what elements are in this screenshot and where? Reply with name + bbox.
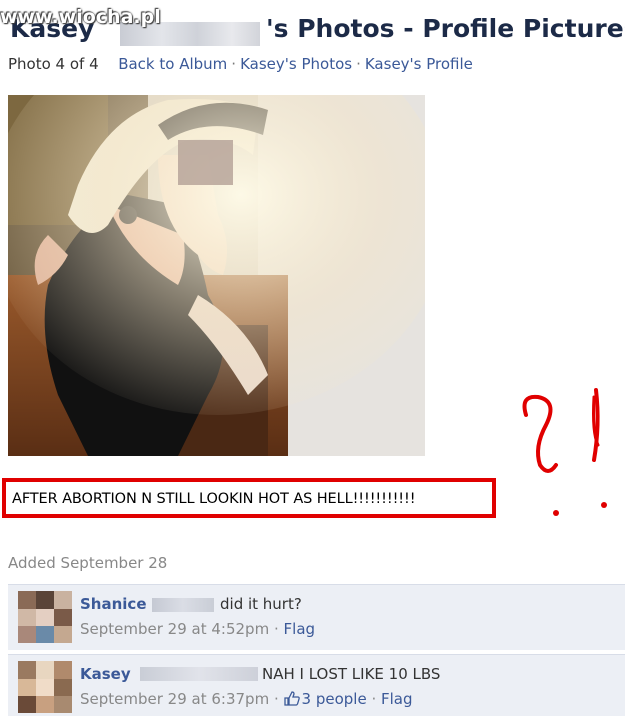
photo-image — [8, 95, 425, 456]
avatar[interactable] — [18, 591, 72, 643]
comment-timestamp[interactable]: September 29 at 4:52pm — [80, 620, 269, 638]
profile-photo[interactable] — [8, 95, 425, 456]
like-icon[interactable] — [283, 691, 300, 710]
back-to-album-link[interactable]: Back to Album — [118, 55, 227, 73]
flag-link[interactable]: Flag — [381, 690, 413, 708]
photo-caption: AFTER ABORTION N STILL LOOKIN HOT AS HEL… — [12, 491, 416, 507]
comment-author[interactable]: Kasey — [80, 665, 131, 683]
comment-text: did it hurt? — [220, 595, 302, 613]
separator: · — [231, 55, 237, 73]
comment-item: Shanice did it hurt? September 29 at 4:5… — [8, 584, 625, 650]
photo-count: Photo 4 of 4 — [8, 55, 99, 73]
blurred-surname — [140, 667, 258, 681]
photos-link[interactable]: Kasey's Photos — [240, 55, 352, 73]
annotation-scribble: ?! — [510, 385, 620, 524]
comment-text: NAH I LOST LIKE 10 LBS — [262, 665, 441, 683]
caption-highlight: AFTER ABORTION N STILL LOOKIN HOT AS HEL… — [2, 478, 496, 518]
comment-meta: September 29 at 6:37pm · 3 people · Flag — [80, 690, 413, 710]
comment-author[interactable]: Shanice — [80, 595, 147, 613]
title-suffix: 's Photos - Profile Pictures — [266, 14, 625, 43]
breadcrumb: Photo 4 of 4 Back to Album · Kasey's Photo… — [8, 55, 473, 73]
comment-timestamp[interactable]: September 29 at 6:37pm — [80, 690, 269, 708]
annotation-text: ?! — [510, 385, 525, 389]
avatar[interactable] — [18, 661, 72, 713]
likes-link[interactable]: 3 people — [302, 690, 367, 708]
flag-link[interactable]: Flag — [284, 620, 316, 638]
added-date: Added September 28 — [8, 554, 168, 572]
separator: · — [356, 55, 361, 73]
blurred-surname — [152, 598, 214, 612]
comment-item: Kasey NAH I LOST LIKE 10 LBS September 2… — [8, 654, 625, 716]
profile-link[interactable]: Kasey's Profile — [365, 55, 473, 73]
watermark: www.wiocha.pl — [0, 6, 161, 28]
comment-meta: September 29 at 4:52pm · Flag — [80, 620, 316, 638]
